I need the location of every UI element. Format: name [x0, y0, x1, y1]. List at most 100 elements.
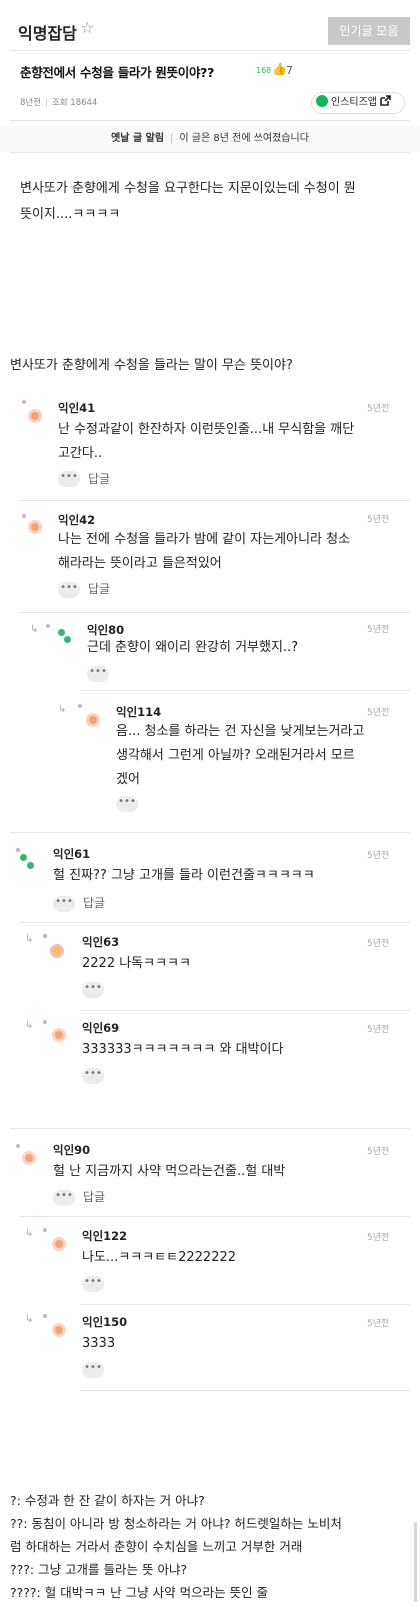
- comment-author[interactable]: 익인63: [82, 934, 119, 950]
- divider: [80, 1390, 410, 1391]
- comment: 익인42 5년전 나는 전에 수청을 들라가 밤에 같이 자는게아니라 청소 해…: [0, 512, 420, 612]
- avatar: [28, 409, 42, 423]
- reply-arrow-icon: ↳: [30, 624, 39, 635]
- post-views: 조회 18644: [51, 98, 98, 108]
- divider: [80, 1010, 410, 1011]
- reply-arrow-icon: ↳: [58, 704, 67, 715]
- avatar: [52, 1028, 66, 1042]
- notice-label: 옛날 글 알림: [111, 133, 165, 144]
- reply-button[interactable]: 답글: [88, 470, 110, 487]
- star-icon[interactable]: ☆: [80, 18, 94, 37]
- comment-author[interactable]: 익인114: [116, 704, 161, 720]
- comment-line: 근데 춘향이 왜이리 완강히 거부했지..?: [87, 640, 299, 655]
- avatar: [20, 854, 27, 861]
- comment-time: 5년전: [367, 1319, 390, 1329]
- comment-line: 헐 진짜?? 그냥 고개를 들라 이런건줄ㅋㅋㅋㅋㅋ: [53, 868, 315, 883]
- avatar: [52, 1323, 66, 1337]
- more-options-icon[interactable]: •••: [82, 1068, 104, 1084]
- comment-line: 난 수정과같이 한잔하자 이런뜻인줄...내 무식함을 깨단: [58, 422, 355, 437]
- avatar: [58, 629, 65, 636]
- avatar: [50, 944, 64, 958]
- summary-caption: ?: 수정과 한 잔 같이 하자는 거 아냐? ??: 동침이 아니라 방 청소…: [10, 1489, 410, 1604]
- comment-author[interactable]: 익인122: [82, 1228, 127, 1244]
- post-body-line: 변사또가 춘향에게 수청을 요구한다는 지문이있는데 수청이 뭔: [20, 181, 356, 196]
- more-options-icon[interactable]: •••: [82, 1276, 104, 1292]
- comment-line: 333333ㅋㅋㅋㅋㅋㅋㅋ 와 대박이다: [82, 1042, 284, 1057]
- comment-line: 나도...ㅋㅋㅋㅌㅌ2222222: [82, 1250, 237, 1265]
- like-count-small: 168: [256, 66, 272, 75]
- avatar: [28, 520, 42, 534]
- more-options-icon[interactable]: •••: [82, 1362, 104, 1378]
- avatar: [86, 713, 100, 727]
- comment-line: 음... 청소를 하라는 건 자신을 낮게보는거라고: [116, 724, 365, 739]
- app-logo-icon: [316, 95, 328, 107]
- comment-time: 5년전: [367, 1233, 390, 1243]
- summary-line: 럼 하대하는 거라서 춘향이 수치심을 느끼고 거부한 거래: [10, 1539, 303, 1554]
- comment-line: 생각해서 그런게 아닐까? 오래된거라서 모르: [116, 748, 355, 763]
- reply-comment: ↳ 익인69 5년전 333333ㅋㅋㅋㅋㅋㅋㅋ 와 대박이다 •••: [0, 1020, 420, 1096]
- reply-button[interactable]: 답글: [83, 1188, 105, 1205]
- app-link-button[interactable]: 인스티즈앱: [311, 92, 405, 114]
- comment-time: 5년전: [367, 1025, 390, 1035]
- reply-arrow-icon: ↳: [25, 1314, 34, 1325]
- comment-dot: [43, 1228, 47, 1232]
- comment-time: 5년전: [367, 708, 390, 718]
- comment-time: 5년전: [367, 404, 390, 414]
- avatar: [52, 1237, 66, 1251]
- old-post-notice: 옛날 글 알림 | 이 글은 8년 전에 쓰여졌습니다: [0, 126, 420, 152]
- comment-author[interactable]: 익인150: [82, 1314, 127, 1330]
- comment-dot: [16, 1144, 20, 1148]
- divider: [10, 832, 410, 833]
- reply-arrow-icon: ↳: [25, 1020, 34, 1031]
- comment-time: 5년전: [367, 515, 390, 525]
- comment-dot: [22, 514, 26, 518]
- summary-line: ????: 헐 대박ㅋㅋ 난 그냥 사약 먹으라는 뜻인 줄: [10, 1585, 269, 1600]
- question-text: 변사또가 춘향에게 수청을 들라는 말이 무슨 뜻이야?: [10, 358, 293, 373]
- reply-comment: ↳ 익인122 5년전 나도...ㅋㅋㅋㅌㅌ2222222 •••: [0, 1228, 420, 1304]
- summary-line: ??: 동침이 아니라 방 청소하라는 거 아냐? 허드렛일하는 노비처: [10, 1516, 342, 1531]
- more-options-icon[interactable]: •••: [116, 796, 138, 812]
- more-options-icon[interactable]: •••: [53, 896, 75, 912]
- more-options-icon[interactable]: •••: [53, 1190, 75, 1206]
- comment-author[interactable]: 익인41: [58, 400, 95, 416]
- comment-dot: [78, 704, 82, 708]
- comment-author[interactable]: 익인69: [82, 1020, 119, 1036]
- popular-posts-button[interactable]: 인기글 모음: [328, 17, 410, 45]
- divider: [20, 1216, 410, 1217]
- divider: [80, 1304, 410, 1305]
- notice-separator: |: [170, 133, 174, 144]
- comment-time: 5년전: [367, 1147, 390, 1157]
- scrollbar[interactable]: [414, 1522, 417, 1602]
- more-options-icon[interactable]: •••: [82, 982, 104, 998]
- thumbs-up-count: 7: [286, 64, 293, 77]
- comment-author[interactable]: 익인61: [53, 846, 90, 862]
- divider: [10, 152, 410, 153]
- comment-dot: [22, 400, 26, 404]
- divider: [10, 1128, 410, 1129]
- thumbs-up-icon[interactable]: 👍: [272, 62, 287, 76]
- divider: [20, 922, 410, 923]
- comment-time: 5년전: [367, 625, 390, 635]
- comment: 익인41 5년전 난 수정과같이 한잔하자 이런뜻인줄...내 무식함을 깨단 …: [0, 398, 420, 498]
- more-options-icon[interactable]: •••: [58, 471, 80, 487]
- board-title[interactable]: 익명잡담: [18, 20, 77, 44]
- more-options-icon[interactable]: •••: [87, 666, 109, 682]
- comment-dot: [16, 848, 20, 852]
- divider: [10, 50, 410, 51]
- comment-line: 나는 전에 수청을 들라가 밤에 같이 자는게아니라 청소: [58, 532, 351, 547]
- comment-author[interactable]: 익인42: [58, 512, 95, 528]
- more-options-icon[interactable]: •••: [58, 582, 80, 598]
- reply-button[interactable]: 답글: [83, 894, 105, 911]
- post-body-line: 뜻이지....ㅋㅋㅋㅋ: [20, 207, 121, 222]
- comment-dot: [43, 1020, 47, 1024]
- app-link-label: 인스티즈앱: [331, 97, 377, 108]
- comment-author[interactable]: 익인90: [53, 1142, 90, 1158]
- reply-button[interactable]: 답글: [88, 580, 110, 597]
- comment-line: 2222 나독ㅋㅋㅋㅋ: [82, 956, 191, 971]
- comment-line: 고간다..: [58, 446, 103, 461]
- meta-separator: |: [45, 98, 48, 108]
- divider: [20, 500, 410, 501]
- post-body: 변사또가 춘향에게 수청을 요구한다는 지문이있는데 수청이 뭔 뜻이지....…: [20, 176, 410, 228]
- reply-comment: ↳ 익인63 5년전 2222 나독ㅋㅋㅋㅋ •••: [0, 934, 420, 1010]
- comment-line: 3333: [82, 1336, 116, 1351]
